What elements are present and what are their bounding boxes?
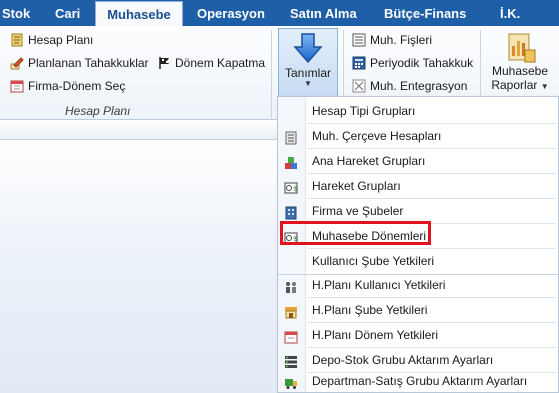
tab-ik[interactable]: İ.K. (500, 0, 530, 26)
hesap-plani-button[interactable]: Hesap Planı (10, 30, 93, 50)
planlanan-tahakkuklar-label: Planlanan Tahakkuklar (28, 56, 149, 70)
server-icon (284, 353, 298, 368)
muh-entegrasyon-button[interactable]: Muh. Entegrasyon (352, 76, 467, 96)
menu-item-label: Firma ve Şubeler (312, 204, 404, 218)
tanimlar-button[interactable]: Tanımlar ▼ (278, 28, 338, 100)
tab-butce-finans[interactable]: Bütçe-Finans (384, 0, 480, 26)
menu-item-hareket-gruplari[interactable]: $ Hareket Grupları (278, 174, 558, 198)
integration-icon (352, 79, 366, 93)
muhasebe-raporlar-label-1: Muhasebe (491, 64, 549, 78)
menu-item-hplani-sube-yetkileri[interactable]: H.Planı Şube Yetkileri (278, 298, 558, 322)
document-list-icon (352, 33, 366, 47)
tab-muhasebe[interactable]: Muhasebe (95, 1, 183, 27)
muh-entegrasyon-label: Muh. Entegrasyon (370, 79, 468, 93)
svg-text:$: $ (293, 185, 297, 193)
workspace-area (0, 141, 278, 393)
menu-item-label: H.Planı Şube Yetkileri (312, 303, 428, 317)
firma-donem-sec-label: Firma-Dönem Seç (28, 79, 126, 93)
firma-donem-sec-button[interactable]: Firma-Dönem Seç (10, 76, 125, 96)
menu-item-departman-satis-grubu-aktarim[interactable]: Departman-Satış Grubu Aktarım Ayarları (278, 369, 558, 393)
menu-item-firma-ve-subeler[interactable]: Firma ve Şubeler (278, 199, 558, 223)
tab-cari[interactable]: Cari (55, 0, 85, 26)
report-chart-icon (503, 32, 537, 64)
periyodik-tahakkuk-label: Periyodik Tahakkuk (370, 56, 474, 70)
tab-satin-alma[interactable]: Satın Alma (290, 0, 360, 26)
ribbon-separator (271, 30, 272, 118)
planlanan-tahakkuklar-button[interactable]: Planlanan Tahakkuklar (10, 53, 149, 73)
ledger-icon (284, 129, 298, 145)
donem-kapatma-button[interactable]: Dönem Kapatma (157, 53, 265, 73)
menu-item-label: Hesap Tipi Grupları (312, 104, 416, 118)
menu-item-label: Muh. Çerçeve Hesapları (312, 129, 442, 143)
calendar-icon (10, 79, 24, 93)
svg-text:$: $ (293, 235, 297, 243)
menu-item-kullanici-sube-yetkileri[interactable]: Kullanıcı Şube Yetkileri (278, 249, 558, 273)
donem-kapatma-label: Dönem Kapatma (175, 56, 266, 70)
menu-item-label: Ana Hareket Grupları (312, 154, 426, 168)
tab-stok[interactable]: Stok (2, 0, 38, 26)
menu-item-muh-cerceve-hesaplari[interactable]: Muh. Çerçeve Hesapları (278, 124, 558, 148)
tanimlar-dropdown-menu: Hesap Tipi Grupları Muh. Çerçeve Hesapla… (277, 96, 559, 393)
menu-item-label: Kullanıcı Şube Yetkileri (312, 254, 435, 268)
store-icon (284, 303, 298, 319)
chevron-down-icon: ▼ (304, 79, 312, 88)
muhasebe-raporlar-label-2: Raporlar ▼ (491, 78, 549, 92)
chevron-down-icon: ▼ (540, 82, 549, 91)
pencil-edit-icon (10, 56, 24, 70)
ribbon-tab-bar: Stok Cari Muhasebe Operasyon Satın Alma … (0, 0, 559, 27)
money-card-icon: $ (284, 179, 298, 194)
truck-icon (284, 374, 298, 389)
menu-item-label: H.Planı Dönem Yetkileri (312, 328, 439, 342)
money-card-icon: $ (284, 229, 298, 244)
tanimlar-label: Tanımlar (284, 66, 331, 80)
menu-item-hplani-donem-yetkileri[interactable]: H.Planı Dönem Yetkileri (278, 323, 558, 347)
flag-icon (157, 56, 171, 70)
group-label-hesap-plani: Hesap Planı (65, 104, 131, 118)
periyodik-tahakkuk-button[interactable]: Periyodik Tahakkuk (352, 53, 473, 73)
menu-item-label: Departman-Satış Grubu Aktarım Ayarları (312, 374, 528, 388)
menu-item-hesap-tipi-gruplari[interactable]: Hesap Tipi Grupları (278, 99, 558, 123)
muh-fisleri-label: Muh. Fişleri (370, 33, 433, 47)
menu-item-label: H.Planı Kullanıcı Yetkileri (312, 278, 446, 292)
users-icon (284, 278, 298, 293)
down-arrow-icon (293, 32, 323, 64)
document-tab-strip (0, 120, 278, 140)
blocks-icon (284, 154, 298, 169)
calendar-icon (284, 328, 298, 344)
tab-operasyon[interactable]: Operasyon (197, 0, 269, 26)
muhasebe-raporlar-button[interactable]: Muhasebe Raporlar ▼ (487, 28, 553, 102)
menu-item-hplani-kullanici-yetkileri[interactable]: H.Planı Kullanıcı Yetkileri (278, 273, 558, 297)
menu-item-label: Muhasebe Dönemleri (312, 229, 427, 243)
menu-item-label: Hareket Grupları (312, 179, 401, 193)
calculator-icon (352, 56, 366, 70)
menu-item-ana-hareket-gruplari[interactable]: Ana Hareket Grupları (278, 149, 558, 173)
menu-item-muhasebe-donemleri[interactable]: $ Muhasebe Dönemleri (278, 224, 558, 248)
muh-fisleri-button[interactable]: Muh. Fişleri (352, 30, 432, 50)
hesap-plani-label: Hesap Planı (28, 33, 94, 47)
building-icon (284, 204, 298, 220)
notebook-icon (10, 33, 24, 47)
